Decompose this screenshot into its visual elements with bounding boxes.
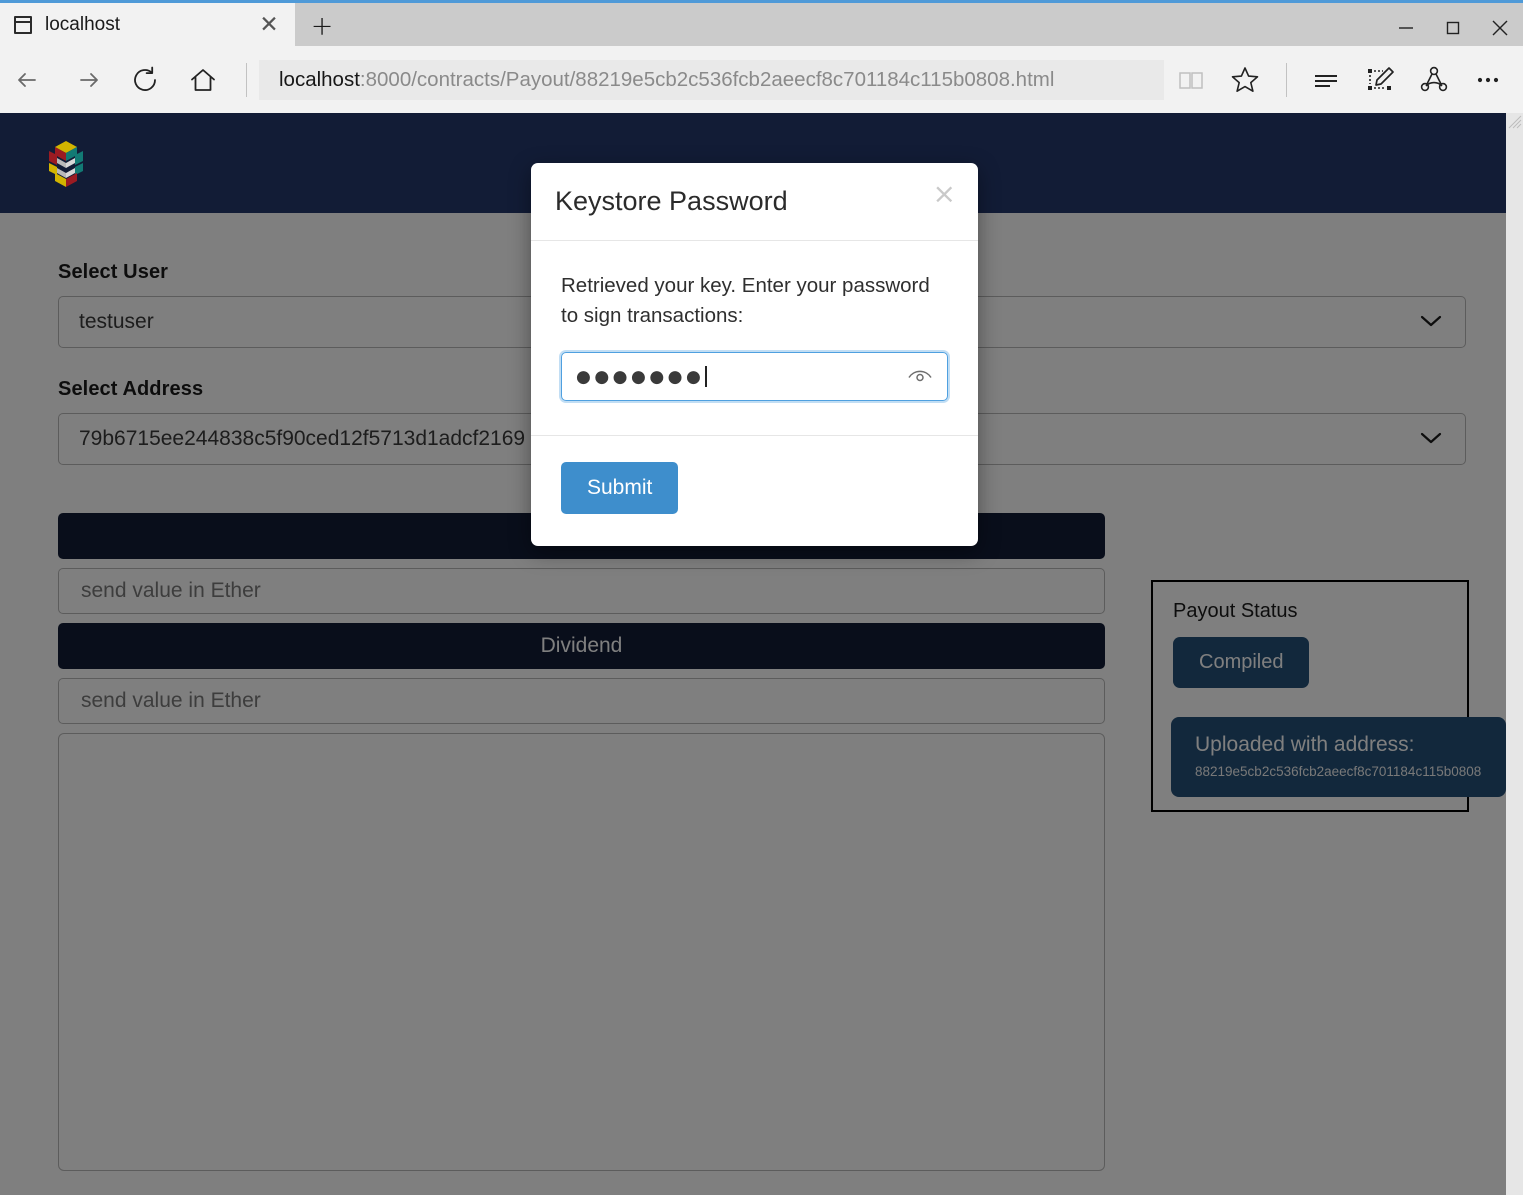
window-controls: [1382, 6, 1523, 49]
new-tab-button[interactable]: +: [297, 7, 347, 46]
page-scrollbar[interactable]: [1506, 113, 1523, 1195]
maximize-icon[interactable]: [1429, 6, 1476, 49]
output-log-textarea[interactable]: [58, 733, 1105, 1171]
select-address-value: 79b6715ee244838c5f90ced12f5713d1adcf2169: [79, 427, 526, 450]
tab-title: localhost: [45, 13, 120, 35]
minimize-icon[interactable]: [1382, 6, 1429, 49]
close-icon[interactable]: [1476, 6, 1523, 49]
status-badge-compiled: Compiled: [1173, 637, 1310, 688]
modal-header: Keystore Password ×: [531, 163, 978, 241]
keystore-password-modal: Keystore Password × Retrieved your key. …: [531, 163, 978, 547]
eye-icon[interactable]: [907, 365, 933, 388]
text-caret: [705, 366, 707, 388]
dividend-button[interactable]: Dividend: [58, 623, 1105, 669]
book-icon[interactable]: [1164, 55, 1218, 105]
payout-status-title: Payout Status: [1173, 600, 1298, 622]
address-bar[interactable]: localhost:8000/contracts/Payout/88219e5c…: [259, 59, 1164, 100]
password-input[interactable]: ●●●●●●●: [561, 352, 948, 402]
modal-message: Retrieved your key. Enter your password …: [561, 274, 930, 327]
url-path: :8000/contracts/Payout/88219e5cb2c536fcb…: [359, 67, 1055, 91]
hub-lines-icon[interactable]: [1299, 55, 1353, 105]
browser-toolbar: localhost:8000/contracts/Payout/88219e5c…: [0, 46, 1523, 113]
browser-window-icon: [14, 15, 32, 34]
uploaded-address: 88219e5cb2c536fcb2aeecf8c701184c115b0808: [1195, 764, 1482, 780]
payout-value-input[interactable]: send value in Ether: [58, 568, 1105, 614]
modal-footer: Submit: [531, 436, 978, 546]
submit-button[interactable]: Submit: [561, 462, 679, 515]
uploaded-label: Uploaded with address:: [1195, 733, 1415, 756]
chevron-down-icon: [1419, 427, 1443, 451]
tab-strip: localhost ✕ +: [0, 3, 1523, 46]
chevron-down-icon: [1419, 310, 1443, 334]
modal-title: Keystore Password: [555, 186, 788, 216]
resize-grip-icon[interactable]: [1508, 115, 1522, 129]
star-icon[interactable]: [1218, 55, 1272, 105]
modal-body: Retrieved your key. Enter your password …: [531, 241, 978, 437]
close-icon[interactable]: ✕: [257, 13, 281, 37]
toolbar-divider: [246, 62, 247, 97]
payout-status-section: Payout Status Compiled Uploaded with add…: [1151, 580, 1506, 812]
password-masked-value: ●●●●●●●: [576, 366, 705, 387]
toolbar-actions: [1164, 55, 1523, 105]
dividend-value-input[interactable]: send value in Ether: [58, 678, 1105, 724]
payout-status-panel: Payout Status Compiled Uploaded with add…: [1151, 580, 1506, 812]
pencil-note-icon[interactable]: [1353, 55, 1407, 105]
toolbar-divider-2: [1286, 62, 1287, 97]
back-arrow-icon[interactable]: [0, 55, 58, 105]
browser-window: localhost ✕ + localhost:8000/contracts/…: [0, 0, 1523, 1195]
share-icon[interactable]: [1407, 55, 1461, 105]
forward-arrow-icon[interactable]: [58, 55, 116, 105]
isometric-cube-logo: [49, 141, 83, 187]
page-viewport: Select User testuser Select Address 79b6…: [0, 113, 1506, 1195]
select-user-value: testuser: [79, 310, 154, 333]
refresh-icon[interactable]: [116, 55, 174, 105]
tab-localhost[interactable]: localhost ✕: [0, 3, 295, 46]
home-icon[interactable]: [174, 55, 232, 105]
status-badge-uploaded: Uploaded with address: 88219e5cb2c536fcb…: [1171, 717, 1506, 798]
close-icon[interactable]: ×: [933, 180, 956, 208]
ellipsis-icon[interactable]: [1461, 55, 1515, 105]
url-host: localhost: [279, 67, 360, 91]
